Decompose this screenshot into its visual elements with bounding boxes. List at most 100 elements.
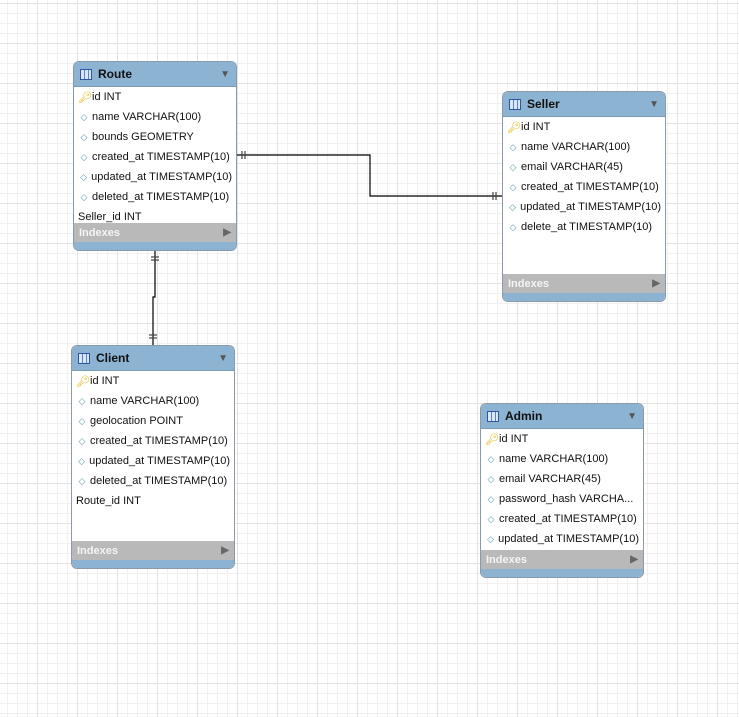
indexes-label: Indexes [79, 226, 120, 239]
column-label: updated_at TIMESTAMP(10) [91, 171, 232, 183]
collapse-triangle-icon[interactable]: ▼ [218, 353, 228, 364]
primary-key-icon: 🔑︎ [76, 375, 90, 388]
column-row[interactable]: ◇ name VARCHAR(100) [72, 391, 234, 411]
column-row[interactable]: ◇ name VARCHAR(100) [503, 137, 665, 157]
table-client[interactable]: Client ▼ 🔑︎ id INT ◇ name VARCHAR(100) ◇ geoloc… [71, 345, 235, 569]
table-footer [503, 293, 665, 301]
column-row[interactable]: ◇ updated_at TIMESTAMP(10) [72, 451, 234, 471]
indexes-section[interactable]: Indexes ▶ [481, 550, 643, 569]
column-diamond-icon: ◇ [78, 435, 86, 446]
indexes-section[interactable]: Indexes ▶ [503, 274, 665, 293]
column-label: created_at TIMESTAMP(10) [521, 181, 659, 193]
column-label: delete_at TIMESTAMP(10) [521, 221, 653, 233]
column-row[interactable]: ◇ email VARCHAR(45) [503, 157, 665, 177]
indexes-section[interactable]: Indexes ▶ [72, 541, 234, 560]
column-row[interactable]: 🔑︎ id INT [481, 429, 643, 449]
column-row[interactable]: 🔑︎ id INT [72, 371, 234, 391]
table-name: Seller [527, 97, 560, 111]
column-label: created_at TIMESTAMP(10) [90, 435, 228, 447]
column-row[interactable]: 🔑︎ id INT [74, 87, 236, 107]
column-diamond-icon: ◇ [78, 415, 86, 426]
column-row[interactable]: ◇ geolocation POINT [72, 411, 234, 431]
table-header[interactable]: Route ▼ [74, 62, 236, 87]
column-diamond-icon: ◇ [80, 191, 88, 202]
expand-triangle-icon[interactable]: ▶ [630, 554, 638, 565]
column-row[interactable]: ◇ created_at TIMESTAMP(10) [503, 177, 665, 197]
column-row[interactable]: ◇ deleted_at TIMESTAMP(10) [74, 187, 236, 207]
column-diamond-icon: ◇ [80, 111, 88, 122]
table-route[interactable]: Route ▼ 🔑︎ id INT ◇ name VARCHAR(100) ◇ bounds … [73, 61, 237, 251]
column-label: deleted_at TIMESTAMP(10) [92, 191, 230, 203]
column-label: bounds GEOMETRY [92, 131, 194, 143]
primary-key-icon: 🔑︎ [485, 433, 499, 446]
expand-triangle-icon[interactable]: ▶ [221, 545, 229, 556]
expand-triangle-icon[interactable]: ▶ [223, 227, 231, 238]
column-row[interactable]: ◇ deleted_at TIMESTAMP(10) [72, 471, 234, 491]
column-row[interactable]: ◇ password_hash VARCHA... [481, 489, 643, 509]
column-row[interactable]: ◇ name VARCHAR(100) [74, 107, 236, 127]
column-row[interactable]: ◇ updated_at TIMESTAMP(10) [481, 529, 643, 549]
column-label: id INT [90, 375, 120, 387]
table-footer [481, 569, 643, 577]
column-row[interactable]: ◇ created_at TIMESTAMP(10) [74, 147, 236, 167]
column-label: created_at TIMESTAMP(10) [92, 151, 230, 163]
column-row[interactable]: Route_id INT [72, 491, 234, 511]
route-seller-relationship [237, 151, 502, 200]
column-diamond-icon: ◇ [487, 513, 495, 524]
table-name: Route [98, 67, 132, 81]
indexes-section[interactable]: Indexes ▶ [74, 223, 236, 242]
collapse-triangle-icon[interactable]: ▼ [649, 99, 659, 110]
table-name: Client [96, 351, 130, 365]
column-diamond-icon: ◇ [509, 181, 517, 192]
column-row[interactable]: ◇ created_at TIMESTAMP(10) [481, 509, 643, 529]
column-row[interactable]: ◇ email VARCHAR(45) [481, 469, 643, 489]
expand-triangle-icon[interactable]: ▶ [652, 278, 660, 289]
column-row[interactable]: ◇ bounds GEOMETRY [74, 127, 236, 147]
column-label: updated_at TIMESTAMP(10) [89, 455, 230, 467]
indexes-label: Indexes [77, 544, 118, 557]
column-row[interactable]: ◇ updated_at TIMESTAMP(10) [503, 197, 665, 217]
table-icon [78, 352, 90, 364]
client-route-relationship [149, 251, 159, 345]
column-diamond-icon: ◇ [78, 475, 86, 486]
column-diamond-icon: ◇ [80, 151, 88, 162]
column-diamond-icon: ◇ [78, 455, 86, 466]
table-name: Admin [505, 409, 543, 423]
column-label: Route_id INT [76, 495, 141, 507]
column-label: id INT [499, 433, 529, 445]
table-admin[interactable]: Admin ▼ 🔑︎ id INT ◇ name VARCHAR(100) ◇ email V… [480, 403, 644, 578]
table-icon [80, 68, 92, 80]
column-diamond-icon: ◇ [509, 221, 517, 232]
table-header[interactable]: Admin ▼ [481, 404, 643, 429]
table-footer [74, 242, 236, 250]
column-row[interactable]: 🔑︎ id INT [503, 117, 665, 137]
table-header[interactable]: Client ▼ [72, 346, 234, 371]
table-header[interactable]: Seller ▼ [503, 92, 665, 117]
column-diamond-icon: ◇ [80, 171, 88, 182]
column-label: email VARCHAR(45) [521, 161, 623, 173]
column-row[interactable]: ◇ updated_at TIMESTAMP(10) [74, 167, 236, 187]
collapse-triangle-icon[interactable]: ▼ [220, 69, 230, 80]
table-icon [509, 98, 521, 110]
column-label: id INT [92, 91, 122, 103]
column-diamond-icon: ◇ [487, 533, 495, 544]
column-diamond-icon: ◇ [78, 395, 86, 406]
column-diamond-icon: ◇ [80, 131, 88, 142]
table-footer [72, 560, 234, 568]
column-label: deleted_at TIMESTAMP(10) [90, 475, 228, 487]
column-row[interactable]: ◇ delete_at TIMESTAMP(10) [503, 217, 665, 237]
column-label: updated_at TIMESTAMP(10) [520, 201, 661, 213]
column-row[interactable]: ◇ name VARCHAR(100) [481, 449, 643, 469]
table-seller[interactable]: Seller ▼ 🔑︎ id INT ◇ name VARCHAR(100) ◇ email … [502, 91, 666, 302]
column-label: updated_at TIMESTAMP(10) [498, 533, 639, 545]
collapse-triangle-icon[interactable]: ▼ [627, 411, 637, 422]
column-label: name VARCHAR(100) [499, 453, 609, 465]
column-label: Seller_id INT [78, 211, 142, 223]
column-diamond-icon: ◇ [509, 141, 517, 152]
indexes-label: Indexes [486, 553, 527, 566]
column-diamond-icon: ◇ [509, 161, 517, 172]
column-diamond-icon: ◇ [487, 493, 495, 504]
column-label: geolocation POINT [90, 415, 183, 427]
column-row[interactable]: ◇ created_at TIMESTAMP(10) [72, 431, 234, 451]
column-label: email VARCHAR(45) [499, 473, 601, 485]
